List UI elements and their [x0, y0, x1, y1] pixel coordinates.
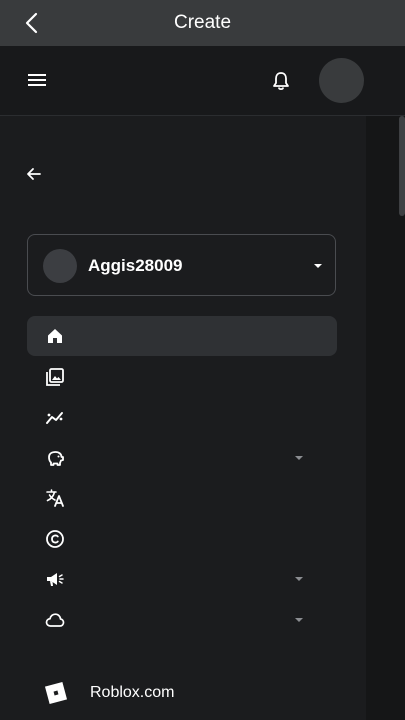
arrow-left-icon[interactable] — [24, 164, 44, 184]
roblox-com-link[interactable]: Roblox.com — [44, 678, 244, 708]
caret-down-icon — [295, 456, 303, 460]
caret-down-icon — [314, 264, 322, 268]
sidebar-item-advertising[interactable] — [27, 559, 337, 599]
bell-icon[interactable] — [270, 70, 292, 92]
scrollbar[interactable] — [399, 116, 405, 216]
piggy-bank-icon — [48, 451, 64, 466]
caret-down-icon — [295, 577, 303, 581]
sidebar-item-copyright[interactable] — [27, 519, 337, 559]
gallery-icon — [46, 368, 64, 386]
sidebar-item-gallery[interactable] — [27, 357, 337, 397]
roblox-logo-icon — [44, 681, 68, 705]
avatar[interactable] — [319, 58, 364, 103]
analytics-icon — [46, 412, 63, 424]
account-avatar — [43, 249, 77, 283]
sidebar-item-monetization[interactable] — [27, 438, 337, 478]
home-icon — [48, 329, 62, 343]
megaphone-icon — [47, 573, 64, 586]
account-switcher[interactable]: Aggis28009 — [27, 234, 336, 296]
sidebar-item-analytics[interactable] — [27, 397, 337, 437]
sidebar-item-localization[interactable] — [27, 478, 337, 518]
sidebar-item-home[interactable] — [27, 316, 337, 356]
caret-down-icon — [295, 618, 303, 622]
copyright-icon — [46, 530, 64, 548]
roblox-com-label: Roblox.com — [90, 684, 175, 701]
sidebar-item-cloud[interactable] — [27, 600, 337, 640]
cloud-icon — [45, 613, 65, 627]
account-username: Aggis28009 — [88, 256, 183, 275]
top-header — [0, 46, 405, 116]
titlebar: Create — [0, 0, 405, 46]
translate-icon — [46, 489, 64, 507]
page-title: Create — [173, 12, 232, 33]
hamburger-icon[interactable] — [26, 71, 48, 89]
